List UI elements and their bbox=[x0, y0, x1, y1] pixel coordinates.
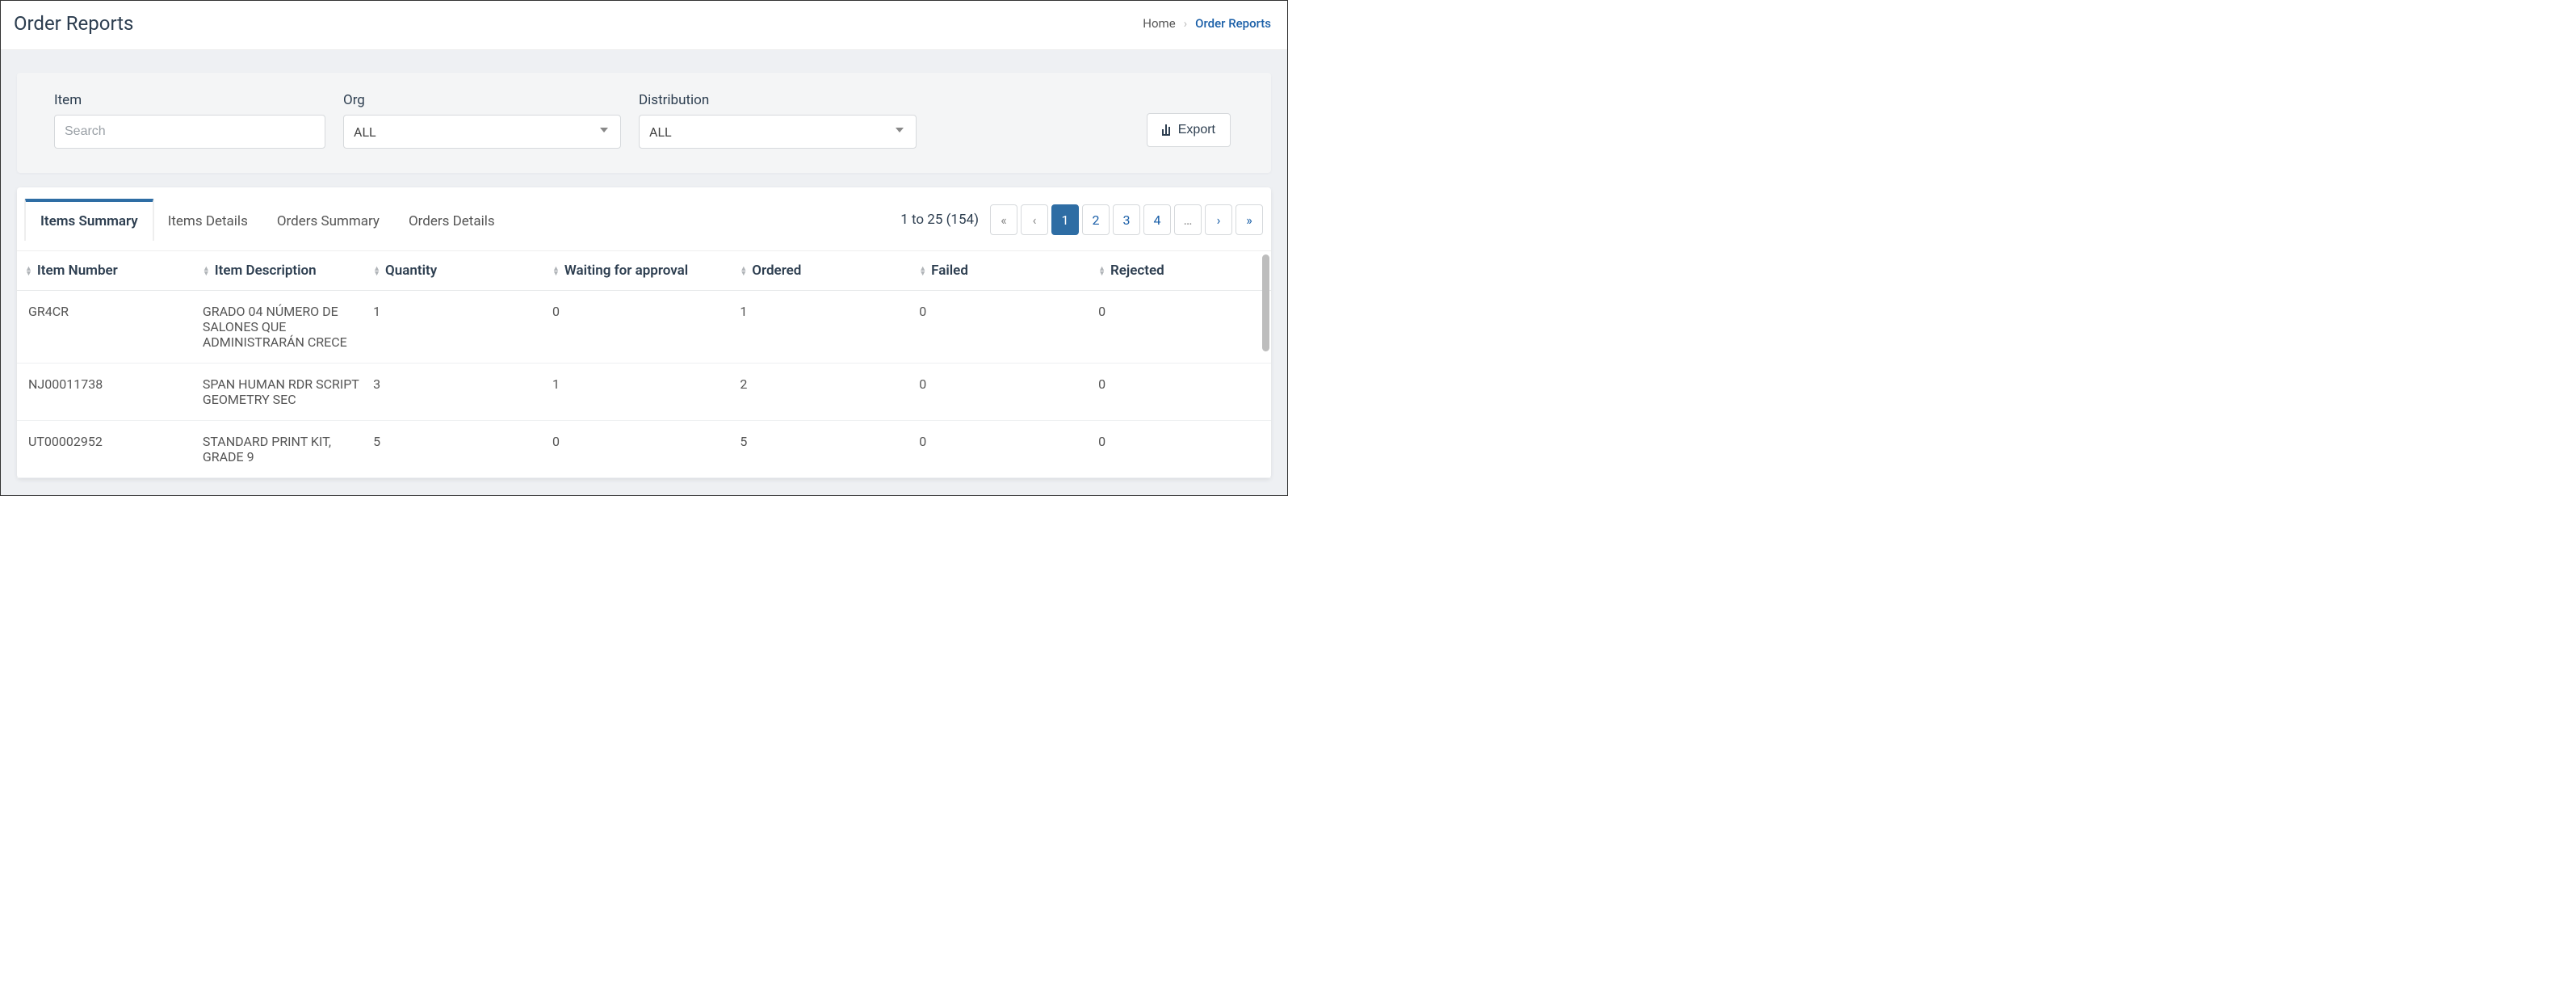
col-failed[interactable]: ▲▼Failed bbox=[913, 251, 1092, 291]
main-card: Items Summary Items Details Orders Summa… bbox=[17, 187, 1271, 478]
cell-description: STANDARD PRINT KIT, GRADE 9 bbox=[196, 421, 367, 478]
topbar: Order Reports Home › Order Reports bbox=[1, 1, 1287, 50]
page-4-button[interactable]: 4 bbox=[1143, 204, 1171, 235]
org-select[interactable]: ALL bbox=[343, 115, 621, 149]
sort-icon: ▲▼ bbox=[373, 267, 380, 276]
org-select-value: ALL bbox=[354, 124, 376, 140]
page-title: Order Reports bbox=[14, 12, 133, 35]
col-quantity[interactable]: ▲▼Quantity bbox=[367, 251, 546, 291]
table-header-row: ▲▼Item Number ▲▼Item Description ▲▼Quant… bbox=[17, 251, 1271, 291]
pagination-range: 1 to 25 (154) bbox=[900, 212, 979, 228]
breadcrumb-home[interactable]: Home bbox=[1143, 16, 1175, 31]
chevron-down-icon bbox=[893, 124, 906, 140]
page-3-button[interactable]: 3 bbox=[1113, 204, 1140, 235]
page-root: Order Reports Home › Order Reports Item … bbox=[0, 0, 1288, 496]
page-first-button[interactable]: « bbox=[990, 204, 1017, 235]
col-waiting[interactable]: ▲▼Waiting for approval bbox=[546, 251, 733, 291]
cell-failed: 0 bbox=[913, 364, 1092, 421]
page-prev-button[interactable]: ‹ bbox=[1021, 204, 1048, 235]
page-1-button[interactable]: 1 bbox=[1051, 204, 1079, 235]
cell-quantity: 5 bbox=[367, 421, 546, 478]
cell-item-number: UT00002952 bbox=[17, 421, 196, 478]
scrollbar-thumb[interactable] bbox=[1262, 254, 1269, 351]
col-item-description[interactable]: ▲▼Item Description bbox=[196, 251, 367, 291]
cell-waiting: 0 bbox=[546, 421, 733, 478]
filter-org: Org ALL bbox=[343, 92, 621, 149]
col-item-number[interactable]: ▲▼Item Number bbox=[17, 251, 196, 291]
tabs-row: Items Summary Items Details Orders Summa… bbox=[17, 187, 1271, 241]
tab-orders-summary[interactable]: Orders Summary bbox=[262, 199, 394, 241]
tabs: Items Summary Items Details Orders Summa… bbox=[25, 199, 510, 241]
content-area: Item Org ALL Distribution ALL bbox=[1, 50, 1287, 496]
pagination: 1 to 25 (154) « ‹ 1 2 3 4 … › » bbox=[900, 204, 1263, 235]
cell-quantity: 1 bbox=[367, 291, 546, 364]
cell-description: SPAN HUMAN RDR SCRIPT GEOMETRY SEC bbox=[196, 364, 367, 421]
table-row: GR4CR GRADO 04 NÚMERO DE SALONES QUE ADM… bbox=[17, 291, 1271, 364]
col-rejected[interactable]: ▲▼Rejected bbox=[1092, 251, 1271, 291]
chevron-right-icon: › bbox=[1184, 16, 1188, 31]
export-wrap: Export bbox=[1147, 113, 1234, 149]
cell-quantity: 3 bbox=[367, 364, 546, 421]
distribution-select-value: ALL bbox=[649, 124, 672, 140]
table-row: UT00002952 STANDARD PRINT KIT, GRADE 9 5… bbox=[17, 421, 1271, 478]
export-button[interactable]: Export bbox=[1147, 113, 1231, 147]
cell-rejected: 0 bbox=[1092, 364, 1271, 421]
breadcrumb: Home › Order Reports bbox=[1143, 16, 1271, 31]
cell-waiting: 0 bbox=[546, 291, 733, 364]
sort-icon: ▲▼ bbox=[919, 267, 926, 276]
tab-items-summary[interactable]: Items Summary bbox=[25, 199, 153, 241]
export-label: Export bbox=[1178, 123, 1215, 137]
filter-org-label: Org bbox=[343, 92, 621, 108]
tab-orders-details[interactable]: Orders Details bbox=[394, 199, 510, 241]
distribution-select[interactable]: ALL bbox=[639, 115, 917, 149]
page-next-button[interactable]: › bbox=[1205, 204, 1232, 235]
cell-rejected: 0 bbox=[1092, 421, 1271, 478]
cell-failed: 0 bbox=[913, 421, 1092, 478]
tab-items-details[interactable]: Items Details bbox=[153, 199, 262, 241]
cell-ordered: 1 bbox=[733, 291, 913, 364]
cell-description: GRADO 04 NÚMERO DE SALONES QUE ADMINISTR… bbox=[196, 291, 367, 364]
chart-icon bbox=[1162, 124, 1170, 136]
page-last-button[interactable]: » bbox=[1236, 204, 1263, 235]
chevron-down-icon bbox=[598, 124, 610, 140]
cell-failed: 0 bbox=[913, 291, 1092, 364]
table-row: NJ00011738 SPAN HUMAN RDR SCRIPT GEOMETR… bbox=[17, 364, 1271, 421]
filter-card: Item Org ALL Distribution ALL bbox=[17, 73, 1271, 173]
filter-distribution-label: Distribution bbox=[639, 92, 917, 108]
cell-rejected: 0 bbox=[1092, 291, 1271, 364]
breadcrumb-current: Order Reports bbox=[1195, 16, 1271, 31]
cell-item-number: NJ00011738 bbox=[17, 364, 196, 421]
cell-waiting: 1 bbox=[546, 364, 733, 421]
filter-distribution: Distribution ALL bbox=[639, 92, 917, 149]
page-ellipsis: … bbox=[1174, 204, 1202, 235]
cell-ordered: 2 bbox=[733, 364, 913, 421]
sort-icon: ▲▼ bbox=[1098, 267, 1105, 276]
filter-item: Item bbox=[54, 92, 325, 149]
sort-icon: ▲▼ bbox=[203, 267, 210, 276]
col-ordered[interactable]: ▲▼Ordered bbox=[733, 251, 913, 291]
sort-icon: ▲▼ bbox=[25, 267, 32, 276]
search-input[interactable] bbox=[54, 115, 325, 149]
sort-icon: ▲▼ bbox=[552, 267, 560, 276]
cell-item-number: GR4CR bbox=[17, 291, 196, 364]
items-summary-table: ▲▼Item Number ▲▼Item Description ▲▼Quant… bbox=[17, 251, 1271, 478]
table-wrap: ▲▼Item Number ▲▼Item Description ▲▼Quant… bbox=[17, 250, 1271, 478]
pagination-list: « ‹ 1 2 3 4 … › » bbox=[990, 204, 1263, 235]
sort-icon: ▲▼ bbox=[740, 267, 747, 276]
filter-item-label: Item bbox=[54, 92, 325, 108]
page-2-button[interactable]: 2 bbox=[1082, 204, 1110, 235]
cell-ordered: 5 bbox=[733, 421, 913, 478]
